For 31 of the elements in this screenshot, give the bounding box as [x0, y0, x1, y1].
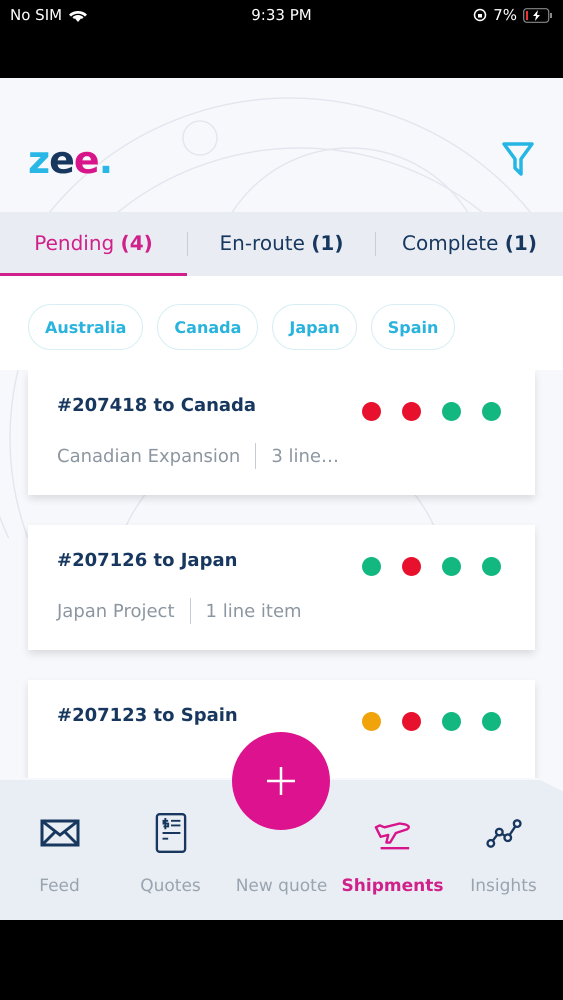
logo: zee.: [28, 138, 112, 182]
project-name: Japan Project: [57, 600, 175, 622]
shipment-title: #207123 to Spain: [57, 705, 238, 726]
plus-icon: [266, 766, 296, 796]
carrier-label: No SIM: [10, 6, 62, 24]
shipment-title: #207418 to Canada: [57, 395, 256, 416]
line-graph-icon: [484, 817, 522, 849]
nav-tab[interactable]: Shipments: [337, 780, 448, 920]
line-item-count: 3 line…: [271, 446, 339, 466]
shipment-title: #207126 to Japan: [57, 550, 238, 571]
invoice-icon: [154, 812, 186, 854]
clock-time: 9:33 PM: [251, 6, 312, 24]
nav-tab[interactable]: Insights: [448, 780, 559, 920]
shipment-card[interactable]: #207123 to Spain: [28, 680, 535, 778]
envelope-icon: [40, 818, 80, 848]
shipment-card[interactable]: #207126 to Japan Japan Project 1 line item: [28, 525, 535, 650]
country-chip[interactable]: Japan: [272, 304, 357, 350]
country-chip[interactable]: Australia: [28, 304, 144, 350]
tab[interactable]: En-route (1): [188, 212, 375, 276]
battery-percentage: 7%: [493, 6, 517, 24]
nav-tab[interactable]: Feed: [4, 780, 115, 920]
tab[interactable]: Complete (1): [376, 212, 563, 276]
country-chip[interactable]: Spain: [370, 304, 456, 350]
project-name: Canadian Expansion: [57, 446, 240, 466]
shipment-card[interactable]: #207418 to Canada Canadian Expansion 3 line…: [28, 370, 535, 495]
battery-charging-icon: [522, 8, 553, 22]
country-chip[interactable]: Canada: [157, 304, 258, 350]
rotation-lock-icon: [473, 8, 488, 22]
nav-tab[interactable]: New quote: [226, 876, 337, 896]
line-item-count: 1 line item: [206, 600, 302, 622]
nav-tab[interactable]: Quotes: [115, 780, 226, 920]
